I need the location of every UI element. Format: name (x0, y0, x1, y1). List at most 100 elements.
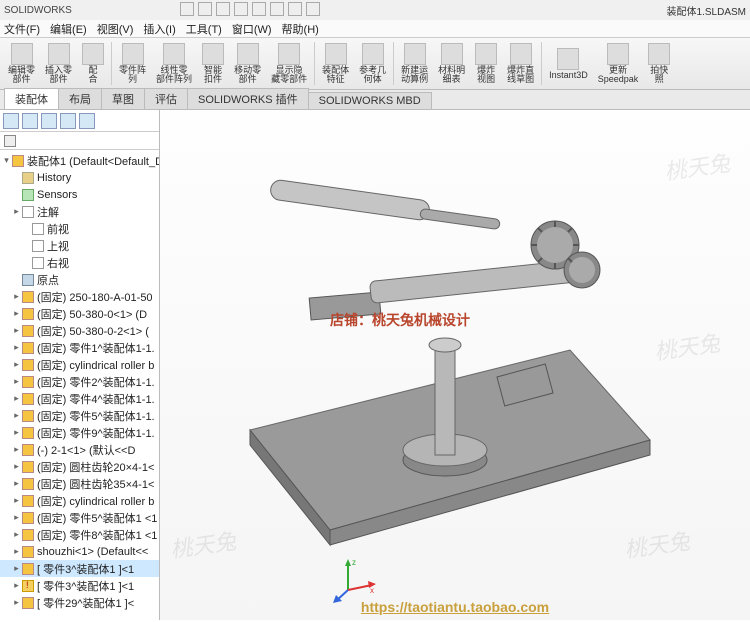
menu-help[interactable]: 帮助(H) (282, 21, 319, 37)
tree-item[interactable]: Sensors (0, 186, 159, 203)
tree-item[interactable]: ▸(固定) 圆柱齿轮20×4-1< (0, 458, 159, 475)
tree-item[interactable]: ▸(固定) 零件8^装配体1 <1 (0, 526, 159, 543)
ribbon-button[interactable]: 插入零 部件 (41, 40, 76, 87)
config-tab-icon[interactable] (41, 113, 57, 129)
filter-icon[interactable] (4, 135, 16, 147)
command-tab[interactable]: 装配体 (4, 88, 59, 109)
tree-item[interactable]: ▸(固定) 50-380-0<1> (D (0, 305, 159, 322)
tree-item[interactable]: 前视 (0, 220, 159, 237)
ribbon-button[interactable]: 材料明 细表 (434, 40, 469, 87)
expand-icon[interactable]: ▸ (12, 291, 21, 302)
expand-icon[interactable]: ▸ (12, 495, 21, 506)
command-tab[interactable]: 布局 (58, 88, 102, 109)
tree-item[interactable]: 上视 (0, 237, 159, 254)
tree-item[interactable]: ▸[ 零件3^装配体1 ]<1 (0, 577, 159, 594)
ribbon-button[interactable]: 拍快 照 (644, 40, 674, 87)
ribbon-button[interactable]: 编辑零 部件 (4, 40, 39, 87)
feature-tree[interactable]: ▾ 装配体1 (Default<Default_D HistorySensors… (0, 150, 159, 620)
tree-item[interactable]: ▸(固定) cylindrical roller b (0, 356, 159, 373)
view-triad[interactable]: z x (330, 555, 380, 605)
tree-item[interactable]: ▸ (固定) 零件5^装配体1 <1 (0, 509, 159, 526)
expand-icon[interactable]: ▸ (12, 325, 21, 336)
feature-tree-tab-icon[interactable] (3, 113, 19, 129)
tree-item[interactable]: ▸(-) 2-1<1> (默认<<D (0, 441, 159, 458)
menu-window[interactable]: 窗口(W) (232, 21, 272, 37)
expand-icon[interactable]: ▸ (12, 206, 21, 217)
graphics-viewport[interactable]: 桃天兔 桃天兔 桃天兔 桃天兔 (160, 110, 750, 620)
qat-rebuild-icon[interactable] (288, 2, 302, 16)
expand-icon[interactable]: ▸ (12, 563, 21, 574)
ribbon-button[interactable]: 配 合 (78, 40, 108, 87)
expand-icon[interactable]: ▸ (12, 342, 21, 353)
qat-undo-icon[interactable] (252, 2, 266, 16)
ribbon-label: 编辑零 部件 (8, 66, 35, 84)
tree-item[interactable]: ▸注解 (0, 203, 159, 220)
tree-item[interactable]: ▸(固定) 零件2^装配体1-1. (0, 373, 159, 390)
expand-icon[interactable]: ▸ (12, 393, 21, 404)
expand-icon[interactable]: ▸ (12, 478, 21, 489)
ribbon-button[interactable]: 智能 扣件 (198, 40, 228, 87)
expand-icon[interactable]: ▸ (12, 376, 21, 387)
command-tab[interactable]: SOLIDWORKS MBD (308, 92, 432, 109)
expand-icon[interactable]: ▾ (2, 155, 11, 166)
ribbon-button[interactable]: 参考几 何体 (355, 40, 390, 87)
expand-icon[interactable]: ▸ (12, 597, 21, 608)
ribbon-button[interactable]: 爆炸 视图 (471, 40, 501, 87)
menu-view[interactable]: 视图(V) (97, 21, 134, 37)
display-tab-icon[interactable] (79, 113, 95, 129)
tree-item[interactable]: ▸(固定) cylindrical roller b (0, 492, 159, 509)
expand-icon[interactable]: ▸ (12, 546, 21, 557)
qat-options-icon[interactable] (306, 2, 320, 16)
tree-item[interactable]: 右视 (0, 254, 159, 271)
expand-icon[interactable]: ▸ (12, 580, 21, 591)
expand-icon[interactable]: ▸ (12, 529, 21, 540)
tree-item[interactable]: 原点 (0, 271, 159, 288)
ribbon-button[interactable]: Instant3D (545, 40, 592, 87)
ribbon-button[interactable]: 爆炸直 线草图 (503, 40, 538, 87)
ribbon-button[interactable]: 新建运 动算例 (397, 40, 432, 87)
qat-redo-icon[interactable] (270, 2, 284, 16)
tree-item[interactable]: ▸[ 零件29^装配体1 ]< (0, 594, 159, 611)
ribbon-button[interactable]: 移动零 部件 (230, 40, 265, 87)
cube-icon (22, 563, 34, 575)
command-tab[interactable]: 评估 (144, 88, 188, 109)
manager-tabs (0, 110, 159, 132)
expand-icon[interactable]: ▸ (12, 512, 21, 523)
tree-item[interactable]: ▸shouzhi<1> (Default<< (0, 543, 159, 560)
expand-icon[interactable]: ▸ (12, 359, 21, 370)
ribbon-button[interactable]: 显示隐 藏零部件 (267, 40, 311, 87)
expand-icon[interactable]: ▸ (12, 410, 21, 421)
title-bar: SOLIDWORKS 装配体1.SLDASM (0, 0, 750, 20)
expand-icon[interactable]: ▸ (12, 308, 21, 319)
ribbon-button[interactable]: 更新 Speedpak (594, 40, 643, 87)
menu-file[interactable]: 文件(F) (4, 21, 40, 37)
command-tab[interactable]: SOLIDWORKS 插件 (187, 88, 309, 109)
tree-item[interactable]: ▸[ 零件3^装配体1 ]<1 (0, 560, 159, 577)
tree-item[interactable]: ▸(固定) 零件5^装配体1-1. (0, 407, 159, 424)
tree-item[interactable]: ▸(固定) 零件9^装配体1-1. (0, 424, 159, 441)
tree-item[interactable]: ▸(固定) 圆柱齿轮35×4-1< (0, 475, 159, 492)
menu-insert[interactable]: 插入(I) (143, 21, 175, 37)
tree-label: (固定) 零件5^装配体1 <1 (37, 510, 157, 526)
tree-item[interactable]: History (0, 169, 159, 186)
qat-save-icon[interactable] (216, 2, 230, 16)
expand-icon[interactable]: ▸ (12, 461, 21, 472)
tree-item[interactable]: ▸(固定) 50-380-0-2<1> ( (0, 322, 159, 339)
qat-print-icon[interactable] (234, 2, 248, 16)
tree-item[interactable]: ▸(固定) 零件4^装配体1-1. (0, 390, 159, 407)
menu-tools[interactable]: 工具(T) (186, 21, 222, 37)
expand-icon[interactable]: ▸ (12, 427, 21, 438)
tree-item[interactable]: ▸(固定) 250-180-A-01-50 (0, 288, 159, 305)
dimxpert-tab-icon[interactable] (60, 113, 76, 129)
property-tab-icon[interactable] (22, 113, 38, 129)
expand-icon[interactable]: ▸ (12, 444, 21, 455)
command-tab[interactable]: 草图 (101, 88, 145, 109)
qat-open-icon[interactable] (198, 2, 212, 16)
ribbon-button[interactable]: 线性零 部件阵列 (152, 40, 196, 87)
qat-new-icon[interactable] (180, 2, 194, 16)
tree-root[interactable]: ▾ 装配体1 (Default<Default_D (0, 152, 159, 169)
tree-item[interactable]: ▸(固定) 零件1^装配体1-1. (0, 339, 159, 356)
menu-edit[interactable]: 编辑(E) (50, 21, 87, 37)
ribbon-button[interactable]: 零件阵 列 (115, 40, 150, 87)
ribbon-button[interactable]: 装配体 特征 (318, 40, 353, 87)
